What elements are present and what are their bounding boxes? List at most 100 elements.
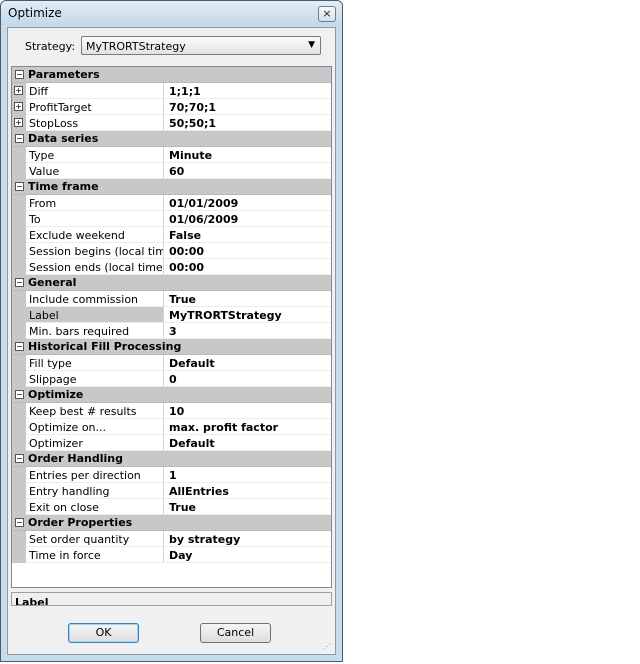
collapse-icon[interactable]: − — [15, 70, 24, 79]
property-name[interactable]: Optimize on... — [26, 419, 164, 435]
property-value[interactable]: AllEntries — [164, 483, 331, 499]
category-row[interactable]: − Time frame — [12, 179, 331, 195]
ok-button[interactable]: OK — [68, 623, 139, 643]
collapse-icon[interactable]: − — [15, 454, 24, 463]
property-row[interactable]: + ProfitTarget 70;70;1 — [12, 99, 331, 115]
property-value[interactable]: 10 — [164, 403, 331, 419]
property-row[interactable]: From 01/01/2009 — [12, 195, 331, 211]
category-row[interactable]: − Order Handling — [12, 451, 331, 467]
property-value[interactable]: 3 — [164, 323, 331, 339]
property-row[interactable]: Slippage 0 — [12, 371, 331, 387]
property-name[interactable]: Type — [26, 147, 164, 163]
property-name[interactable]: Entries per direction — [26, 467, 164, 483]
property-value[interactable]: 01/06/2009 — [164, 211, 331, 227]
title-bar[interactable]: Optimize × — [1, 1, 342, 25]
property-value[interactable]: by strategy — [164, 531, 331, 547]
category-row[interactable]: − General — [12, 275, 331, 291]
property-value[interactable]: Day — [164, 547, 331, 563]
property-row[interactable]: Min. bars required 3 — [12, 323, 331, 339]
category-row[interactable]: − Historical Fill Processing — [12, 339, 331, 355]
property-value[interactable]: max. profit factor — [164, 419, 331, 435]
expand-icon[interactable]: + — [14, 86, 23, 95]
property-name[interactable]: Value — [26, 163, 164, 179]
property-value[interactable]: 70;70;1 — [164, 99, 331, 115]
property-value[interactable]: 0 — [164, 371, 331, 387]
property-value[interactable]: Default — [164, 355, 331, 371]
property-value[interactable]: 00:00 — [164, 243, 331, 259]
property-row[interactable]: Time in force Day — [12, 547, 331, 563]
property-value[interactable]: 50;50;1 — [164, 115, 331, 131]
property-row[interactable]: + Diff 1;1;1 — [12, 83, 331, 99]
property-name[interactable]: From — [26, 195, 164, 211]
property-name[interactable]: Exclude weekend — [26, 227, 164, 243]
property-value[interactable]: 1;1;1 — [164, 83, 331, 99]
cancel-button[interactable]: Cancel — [200, 623, 271, 643]
property-name[interactable]: StopLoss — [26, 115, 164, 131]
property-value[interactable]: Minute — [164, 147, 331, 163]
property-name[interactable]: Time in force — [26, 547, 164, 563]
row-margin — [12, 227, 26, 243]
collapse-icon[interactable]: − — [15, 342, 24, 351]
property-row[interactable]: Keep best # results 10 — [12, 403, 331, 419]
strategy-select[interactable]: MyTRORTStrategy ▼ — [81, 36, 321, 55]
property-row[interactable]: Label MyTRORTStrategy — [12, 307, 331, 323]
property-row[interactable]: Include commission True — [12, 291, 331, 307]
property-name[interactable]: Include commission — [26, 291, 164, 307]
property-row[interactable]: Value 60 — [12, 163, 331, 179]
property-name[interactable]: Min. bars required — [26, 323, 164, 339]
property-name[interactable]: Optimizer — [26, 435, 164, 451]
collapse-icon[interactable]: − — [15, 278, 24, 287]
strategy-selected-value[interactable]: MyTRORTStrategy — [86, 40, 186, 53]
collapse-icon[interactable]: − — [15, 518, 24, 527]
resize-grip-icon[interactable]: ⋰ — [323, 642, 333, 652]
property-row[interactable]: Optimize on... max. profit factor — [12, 419, 331, 435]
property-name[interactable]: To — [26, 211, 164, 227]
property-value[interactable]: True — [164, 291, 331, 307]
property-row[interactable]: Entry handling AllEntries — [12, 483, 331, 499]
property-name[interactable]: Session begins (local time) — [26, 243, 164, 259]
property-row[interactable]: Session ends (local time) 00:00 — [12, 259, 331, 275]
property-row[interactable]: Entries per direction 1 — [12, 467, 331, 483]
property-name[interactable]: Fill type — [26, 355, 164, 371]
property-row[interactable]: Optimizer Default — [12, 435, 331, 451]
property-row[interactable]: Exclude weekend False — [12, 227, 331, 243]
property-row[interactable]: + StopLoss 50;50;1 — [12, 115, 331, 131]
expand-icon[interactable]: + — [14, 118, 23, 127]
expand-icon[interactable]: + — [14, 102, 23, 111]
category-row[interactable]: − Data series — [12, 131, 331, 147]
property-row[interactable]: To 01/06/2009 — [12, 211, 331, 227]
close-button[interactable]: × — [318, 6, 336, 22]
property-value[interactable]: 60 — [164, 163, 331, 179]
property-row[interactable]: Type Minute — [12, 147, 331, 163]
property-value[interactable]: 00:00 — [164, 259, 331, 275]
property-name[interactable]: Keep best # results — [26, 403, 164, 419]
property-name[interactable]: Entry handling — [26, 483, 164, 499]
property-row[interactable]: Session begins (local time) 00:00 — [12, 243, 331, 259]
category-row[interactable]: − Order Properties — [12, 515, 331, 531]
collapse-icon[interactable]: − — [15, 182, 24, 191]
property-row[interactable]: Set order quantity by strategy — [12, 531, 331, 547]
property-row[interactable]: Fill type Default — [12, 355, 331, 371]
category-row[interactable]: − Optimize — [12, 387, 331, 403]
collapse-icon[interactable]: − — [15, 390, 24, 399]
property-value[interactable]: 01/01/2009 — [164, 195, 331, 211]
category-row[interactable]: − Parameters — [12, 67, 331, 83]
property-value[interactable]: MyTRORTStrategy — [164, 307, 331, 323]
property-value[interactable]: 1 — [164, 467, 331, 483]
close-icon[interactable]: × — [322, 7, 331, 20]
property-row[interactable]: Exit on close True — [12, 499, 331, 515]
property-name[interactable]: Diff — [26, 83, 164, 99]
property-name[interactable]: ProfitTarget — [26, 99, 164, 115]
property-name[interactable]: Label — [26, 307, 164, 323]
property-value[interactable]: Default — [164, 435, 331, 451]
property-name[interactable]: Exit on close — [26, 499, 164, 515]
property-name[interactable]: Slippage — [26, 371, 164, 387]
property-name[interactable]: Set order quantity — [26, 531, 164, 547]
chevron-down-icon[interactable]: ▼ — [308, 40, 315, 50]
collapse-icon[interactable]: − — [15, 134, 24, 143]
row-margin: + — [12, 99, 26, 115]
property-grid[interactable]: − Parameters + Diff 1;1;1 + ProfitTarget 70;70;… — [11, 66, 332, 588]
property-value[interactable]: True — [164, 499, 331, 515]
property-value[interactable]: False — [164, 227, 331, 243]
property-name[interactable]: Session ends (local time) — [26, 259, 164, 275]
